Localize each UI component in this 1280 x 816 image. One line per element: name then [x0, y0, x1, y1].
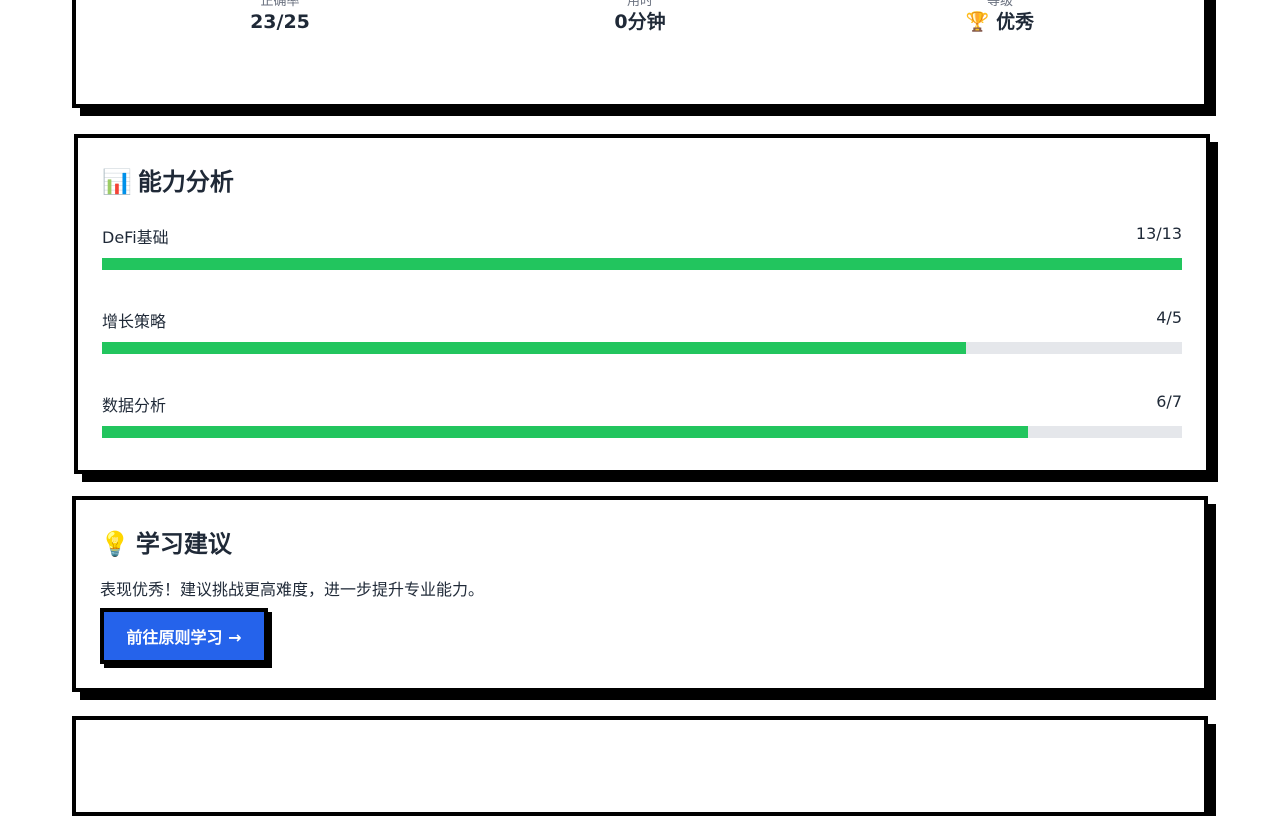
- skill-name: 数据分析: [102, 396, 167, 415]
- skill-progress-fill: [102, 426, 1028, 438]
- skill-progress-fill: [102, 258, 1182, 270]
- grade-label: 等级: [986, 0, 1013, 9]
- ability-title: 📊 能力分析: [102, 162, 234, 197]
- time-label: 用时: [626, 0, 653, 9]
- bar-chart-icon: 📊: [102, 168, 132, 196]
- skill-score: 6/7: [1156, 392, 1182, 411]
- time-stat: 用时 0分钟: [490, 0, 790, 34]
- skill-progress-fill: [102, 342, 966, 354]
- skill-progress-track: [102, 258, 1182, 270]
- ability-title-text: 能力分析: [137, 168, 234, 196]
- accuracy-label: 正确率: [260, 0, 300, 9]
- skill-score: 4/5: [1156, 308, 1182, 327]
- grade-value: 🏆 优秀: [965, 11, 1035, 33]
- accuracy-value: 23/25: [250, 11, 310, 33]
- lightbulb-icon: 💡: [100, 530, 130, 558]
- advice-title: 💡 学习建议: [100, 524, 232, 559]
- results-summary-card: 正确率 23/25 用时 0分钟 等级 🏆 优秀: [72, 0, 1208, 108]
- skill-data-analysis: 数据分析 6/7: [102, 392, 1182, 438]
- advice-text: 表现优秀！建议挑战更高难度，进一步提升专业能力。: [100, 580, 485, 599]
- skill-progress-track: [102, 342, 1182, 354]
- next-card: [72, 716, 1208, 816]
- skill-progress-track: [102, 426, 1182, 438]
- skill-growth-strategy: 增长策略 4/5: [102, 308, 1182, 354]
- skill-score: 13/13: [1135, 224, 1182, 243]
- go-to-principles-button[interactable]: 前往原则学习 →: [100, 608, 268, 664]
- skill-name: 增长策略: [102, 312, 167, 331]
- learning-advice-card: 💡 学习建议 表现优秀！建议挑战更高难度，进一步提升专业能力。 前往原则学习 →: [72, 496, 1208, 692]
- grade-stat: 等级 🏆 优秀: [850, 0, 1150, 34]
- ability-analysis-card: 📊 能力分析 DeFi基础 13/13 增长策略 4/5 数据分析 6/7: [74, 134, 1210, 474]
- accuracy-stat: 正确率 23/25: [130, 0, 430, 34]
- skill-defi-basics: DeFi基础 13/13: [102, 224, 1182, 270]
- skill-name: DeFi基础: [102, 228, 169, 247]
- advice-title-text: 学习建议: [135, 530, 232, 558]
- time-value: 0分钟: [614, 11, 666, 33]
